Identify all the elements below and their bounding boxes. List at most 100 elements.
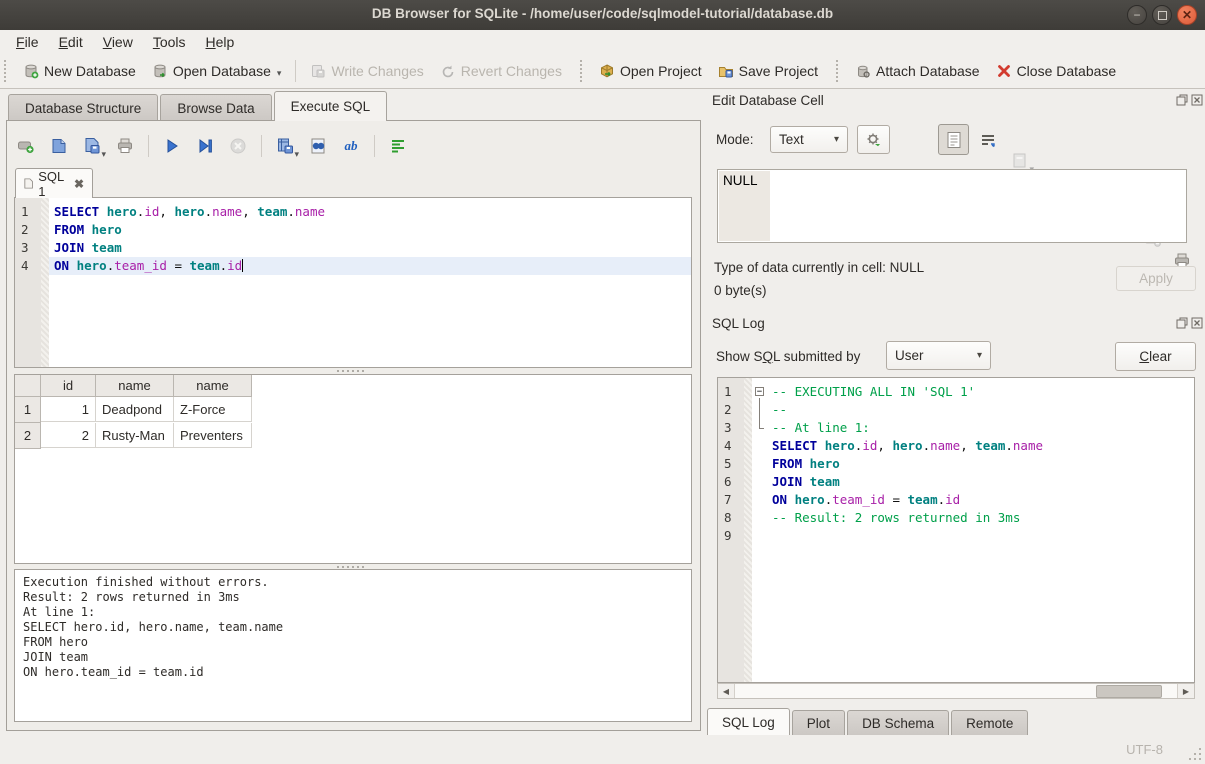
import-data-icon: ▾: [1010, 151, 1030, 171]
log-horizontal-scrollbar[interactable]: ◀ ▶: [717, 683, 1195, 699]
toolbar-drag-handle[interactable]: [836, 60, 843, 82]
attach-database-button[interactable]: Attach Database: [847, 59, 988, 83]
save-results-icon[interactable]: ▾: [275, 136, 295, 156]
save-project-button[interactable]: Save Project: [710, 59, 826, 83]
find-replace-icon[interactable]: [308, 136, 328, 156]
table-cell[interactable]: Preventers: [174, 423, 252, 448]
size-grip[interactable]: [1189, 748, 1201, 760]
code-line[interactable]: 3JOIN team: [15, 239, 691, 257]
tab-browse-data[interactable]: Browse Data: [160, 94, 271, 121]
execution-message[interactable]: Execution finished without errors. Resul…: [14, 569, 692, 722]
clear-log-button[interactable]: Clear: [1115, 342, 1196, 371]
write-changes-label: Write Changes: [331, 63, 423, 79]
open-sql-file-icon[interactable]: [49, 136, 69, 156]
text-mode-toggle[interactable]: [938, 124, 969, 155]
save-sql-dropdown-icon[interactable]: ▾: [101, 149, 106, 160]
toolbar-drag-handle[interactable]: [580, 60, 587, 82]
menu-file[interactable]: File: [6, 32, 49, 52]
scrollbar-thumb[interactable]: [1096, 685, 1162, 698]
table-cell[interactable]: 2: [41, 423, 96, 448]
dock-float-icon[interactable]: [1176, 94, 1188, 106]
code-line[interactable]: 1−-- EXECUTING ALL IN 'SQL 1': [718, 383, 1194, 401]
column-header[interactable]: name: [96, 375, 174, 397]
close-button[interactable]: ✕: [1177, 5, 1197, 25]
sql-editor[interactable]: 1SELECT hero.id, hero.name, team.name2FR…: [14, 197, 692, 368]
text-caret: [242, 259, 243, 272]
execute-all-icon[interactable]: [162, 136, 182, 156]
row-header[interactable]: 1: [15, 397, 41, 423]
word-wrap-icon[interactable]: [978, 131, 998, 151]
line-number: 4: [718, 437, 744, 455]
open-database-button[interactable]: Open Database ▾: [144, 59, 290, 83]
dock-close-icon[interactable]: [1191, 317, 1203, 329]
menu-help[interactable]: Help: [196, 32, 245, 52]
code-line[interactable]: 3-- At line 1:: [718, 419, 1194, 437]
code-line[interactable]: 8-- Result: 2 rows returned in 3ms: [718, 509, 1194, 527]
code-line[interactable]: 1SELECT hero.id, hero.name, team.name: [15, 203, 691, 221]
code-line[interactable]: 9: [718, 527, 1194, 545]
column-header[interactable]: id: [41, 375, 96, 397]
window-title: DB Browser for SQLite - /home/user/code/…: [0, 6, 1205, 21]
menu-view[interactable]: View: [93, 32, 143, 52]
cell-value: NULL: [723, 173, 758, 188]
print-icon[interactable]: [115, 136, 135, 156]
open-database-dropdown-icon[interactable]: ▾: [277, 68, 282, 79]
table-cell[interactable]: Deadpond: [96, 397, 174, 422]
open-project-button[interactable]: Open Project: [591, 59, 710, 83]
table-cell[interactable]: Rusty-Man: [96, 423, 174, 448]
code-line[interactable]: 2FROM hero: [15, 221, 691, 239]
mode-combobox[interactable]: Text ▾: [770, 126, 848, 153]
tab-database-structure[interactable]: Database Structure: [8, 94, 158, 121]
close-icon: ✕: [1182, 9, 1192, 21]
tab-remote[interactable]: Remote: [951, 710, 1028, 735]
fold-collapse-icon[interactable]: −: [755, 387, 764, 396]
close-database-button[interactable]: Close Database: [988, 59, 1125, 83]
auto-completion-icon[interactable]: ab: [341, 136, 361, 156]
apply-format-button[interactable]: [857, 125, 890, 154]
minimize-button[interactable]: −: [1127, 5, 1147, 25]
close-sql-tab-icon[interactable]: ✖: [74, 177, 84, 191]
dock-float-icon[interactable]: [1176, 317, 1188, 329]
clear-label: Clear: [1139, 349, 1171, 364]
splitter-handle[interactable]: [330, 369, 370, 373]
dock-close-icon[interactable]: [1191, 94, 1203, 106]
scroll-right-icon[interactable]: ▶: [1177, 684, 1194, 698]
code-line[interactable]: 4SELECT hero.id, hero.name, team.name: [718, 437, 1194, 455]
new-database-button[interactable]: New Database: [15, 59, 144, 83]
combo-arrow-icon: ▾: [834, 134, 839, 145]
sql-document-tab[interactable]: SQL 1 ✖: [15, 168, 93, 198]
tab-sql-log[interactable]: SQL Log: [707, 708, 790, 735]
menu-tools[interactable]: Tools: [143, 32, 196, 52]
maximize-button[interactable]: [1152, 5, 1172, 25]
column-header[interactable]: name: [174, 375, 252, 397]
grid-corner[interactable]: [15, 375, 41, 397]
db-browser-window: { "window": { "title": "DB Browser for S…: [0, 0, 1205, 764]
table-cell[interactable]: Z-Force: [174, 397, 252, 422]
tab-db-schema[interactable]: DB Schema: [847, 710, 949, 735]
new-sql-tab-icon[interactable]: [16, 136, 36, 156]
save-results-dropdown-icon[interactable]: ▾: [294, 149, 299, 160]
code-line[interactable]: 5FROM hero: [718, 455, 1194, 473]
sql-log-view[interactable]: 1−-- EXECUTING ALL IN 'SQL 1'2--3-- At l…: [717, 377, 1195, 683]
format-code-icon[interactable]: [388, 136, 408, 156]
title-bar: DB Browser for SQLite - /home/user/code/…: [0, 0, 1205, 31]
cell-value-editor[interactable]: NULL: [717, 169, 1187, 243]
scroll-left-icon[interactable]: ◀: [718, 684, 735, 698]
code-line[interactable]: 2--: [718, 401, 1194, 419]
menu-edit[interactable]: Edit: [49, 32, 93, 52]
table-cell[interactable]: 1: [41, 397, 96, 422]
code-line[interactable]: 7ON hero.team_id = team.id: [718, 491, 1194, 509]
results-grid: idnamename11DeadpondZ-Force22Rusty-ManPr…: [14, 374, 692, 564]
attach-database-label: Attach Database: [876, 63, 980, 79]
new-database-label: New Database: [44, 63, 136, 79]
code-line[interactable]: 6JOIN team: [718, 473, 1194, 491]
code-line[interactable]: 4ON hero.team_id = team.id: [15, 257, 691, 275]
toolbar-drag-handle[interactable]: [4, 60, 11, 82]
tab-plot[interactable]: Plot: [792, 710, 845, 735]
tab-execute-sql[interactable]: Execute SQL: [274, 91, 388, 121]
save-sql-file-icon[interactable]: ▾: [82, 136, 102, 156]
execute-current-line-icon[interactable]: [195, 136, 215, 156]
row-header[interactable]: 2: [15, 423, 41, 449]
encoding-status: UTF-8: [1126, 742, 1163, 757]
log-filter-combobox[interactable]: User ▾: [886, 341, 991, 370]
